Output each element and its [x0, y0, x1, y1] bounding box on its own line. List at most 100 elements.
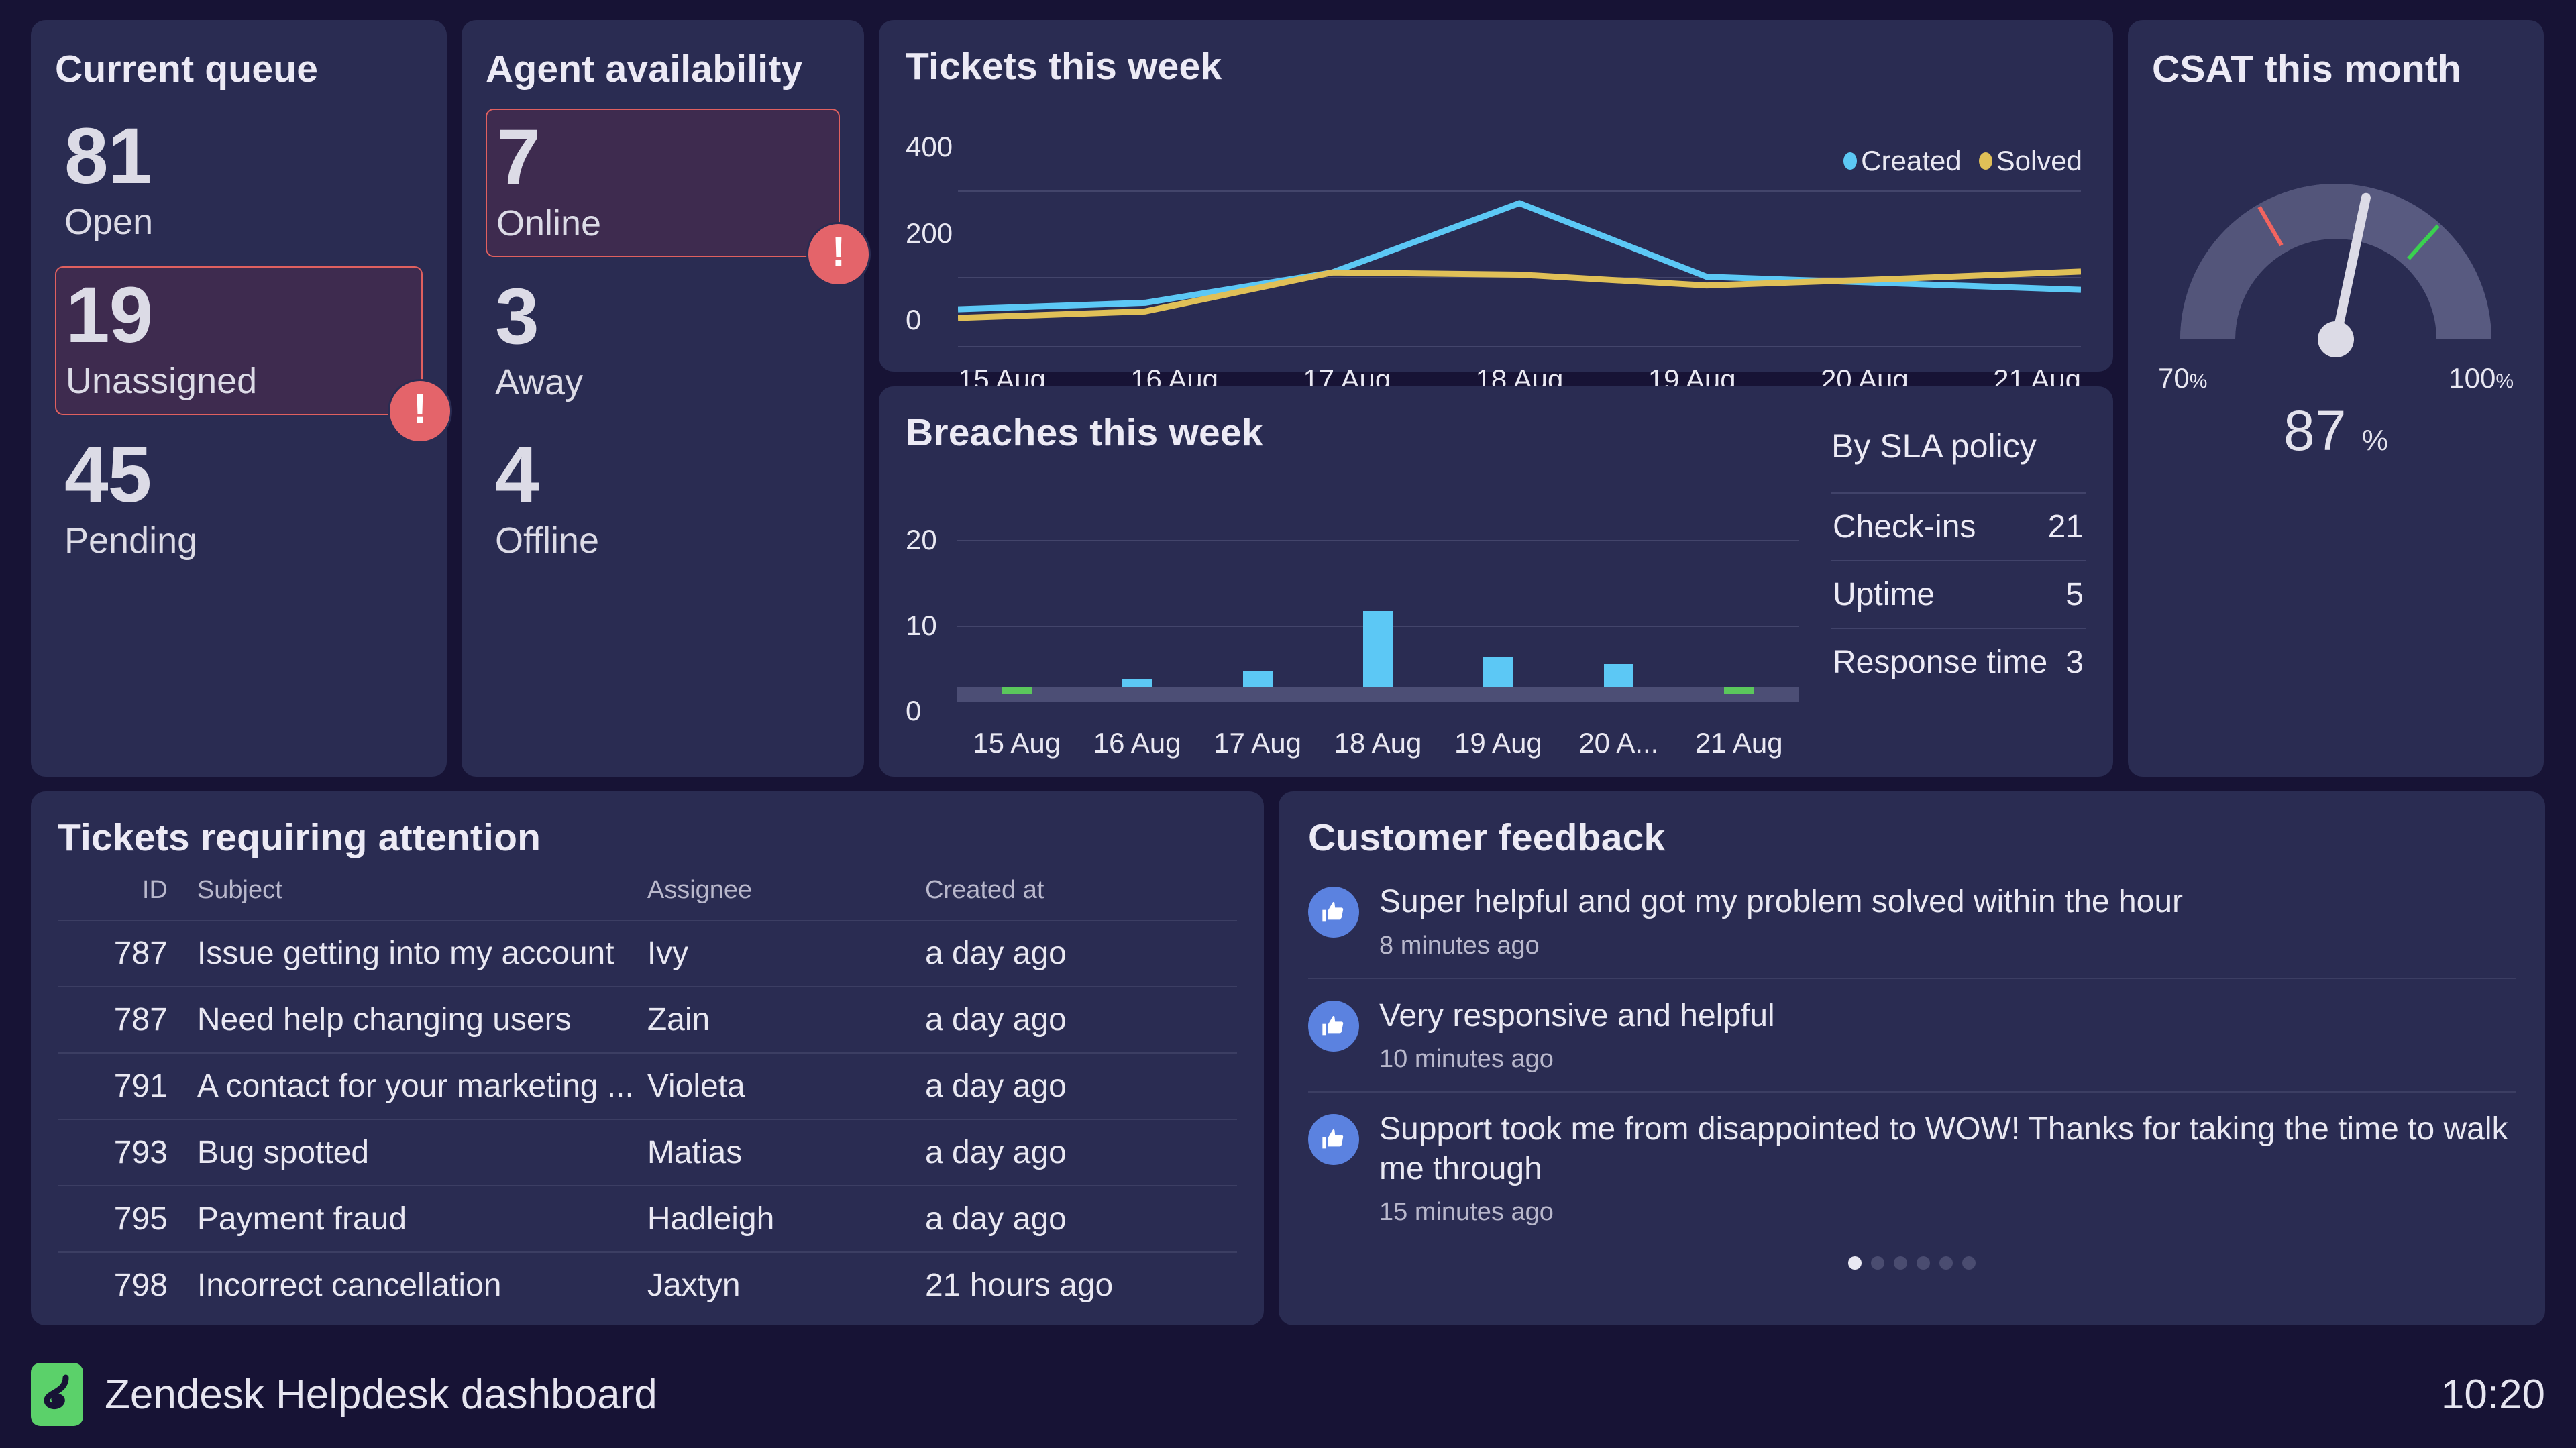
brand: Zendesk Helpdesk dashboard — [31, 1363, 657, 1426]
brand-name: Zendesk Helpdesk dashboard — [105, 1371, 657, 1418]
customer-feedback-title: Customer feedback — [1308, 816, 1666, 859]
bar-x-tick: 20 A... — [1578, 727, 1659, 759]
table-row[interactable]: 787 Need help changing users Zain a day ago — [58, 986, 1237, 1053]
feedback-item[interactable]: Super helpful and got my problem solved … — [1308, 860, 2516, 978]
bar — [1603, 663, 1633, 687]
cell-id: 793 — [58, 1119, 191, 1186]
feedback-timestamp: 10 minutes ago — [1379, 1045, 1554, 1074]
bar-y-tick: 20 — [906, 524, 937, 556]
kpi-pending-value: 45 — [64, 430, 152, 519]
gauge-min-label: 70% — [2158, 362, 2208, 394]
middle-column: Tickets this week Created Solved 02004 — [879, 20, 2113, 777]
column-header-id[interactable]: ID — [58, 876, 191, 920]
feedback-pagination[interactable] — [1308, 1256, 2516, 1270]
pagination-dot[interactable] — [1939, 1256, 1953, 1270]
kpi-offline[interactable]: 4 Offline — [486, 427, 840, 573]
cell-subject: A contact for your marketing ... — [190, 1052, 641, 1119]
bar-cell[interactable] — [957, 506, 1077, 702]
bar-y-tick: 10 — [906, 609, 937, 641]
column-header-assignee[interactable]: Assignee — [641, 876, 918, 920]
feedback-text: Super helpful and got my problem solved … — [1379, 884, 2184, 920]
bar-cell[interactable] — [1077, 506, 1197, 702]
cell-assignee: Zain — [640, 986, 918, 1053]
pagination-dot[interactable] — [1894, 1256, 1907, 1270]
kpi-online-value: 7 — [496, 113, 541, 202]
bar-cell[interactable] — [1197, 506, 1318, 702]
bar — [1242, 671, 1273, 687]
line-y-tick: 400 — [906, 130, 953, 162]
cell-id: 791 — [58, 1052, 191, 1119]
sla-name: Uptime — [1833, 577, 1935, 612]
table-row[interactable]: 798 Incorrect cancellation Jaxtyn 21 hours … — [58, 1251, 1237, 1318]
bar-chart-x-axis: 15 Aug 16 Aug 17 Aug 18 Aug 19 Aug 20 A... 21 … — [957, 727, 1799, 759]
feedback-item[interactable]: Support took me from disappointed to WOW… — [1308, 1091, 2516, 1244]
cell-id: 795 — [58, 1185, 191, 1252]
bar-x-tick: 18 Aug — [1334, 727, 1422, 759]
kpi-unassigned[interactable]: 19 Unassigned ! — [55, 266, 452, 443]
sla-policy-title: By SLA policy — [1831, 427, 2037, 465]
current-queue-panel: Current queue 81 Open 19 Unassigned ! 45… — [31, 20, 452, 777]
table-row[interactable]: 793 Bug spotted Matias a day ago — [58, 1119, 1237, 1186]
bar — [1483, 656, 1513, 687]
csat-gauge: 70% 100% 87 % — [2152, 172, 2520, 462]
bar — [1002, 686, 1032, 694]
zendesk-spiral-logo-icon — [31, 1363, 83, 1426]
pagination-dot[interactable] — [1962, 1256, 1976, 1270]
cell-subject: Payment fraud — [190, 1185, 641, 1252]
thumbs-up-icon — [1308, 887, 1359, 938]
sla-row-response-time[interactable]: Response time 3 — [1831, 628, 2086, 695]
cell-created: a day ago — [918, 1119, 1237, 1186]
queue-kpi-list: 81 Open 19 Unassigned ! 45 Pending — [55, 109, 452, 573]
sla-policy-list: By SLA policy Check-ins 21 Uptime 5 Resp… — [1805, 410, 2086, 763]
line-y-tick: 0 — [906, 304, 922, 336]
kpi-open-value: 81 — [64, 112, 152, 201]
bar-cell[interactable] — [1318, 506, 1438, 702]
agent-availability-panel: Agent availability 7 Online ! 3 Away 4 O… — [462, 20, 871, 777]
bar-cell[interactable] — [1558, 506, 1678, 702]
bar-y-tick: 0 — [906, 695, 922, 727]
gauge-hub — [2318, 321, 2354, 357]
kpi-unassigned-value: 19 — [66, 271, 153, 360]
kpi-online[interactable]: 7 Online ! — [486, 109, 871, 287]
kpi-open[interactable]: 81 Open — [55, 109, 423, 254]
sla-row-checkins[interactable]: Check-ins 21 — [1831, 492, 2086, 560]
bar-cell[interactable] — [1438, 506, 1558, 702]
feedback-item[interactable]: Very responsive and helpful 10 minutes ag… — [1308, 977, 2516, 1092]
sla-row-uptime[interactable]: Uptime 5 — [1831, 560, 2086, 628]
bar-cell[interactable] — [1679, 506, 1799, 702]
kpi-offline-value: 4 — [495, 430, 539, 519]
clock: 10:20 — [2440, 1371, 2545, 1418]
bar-x-tick: 19 Aug — [1454, 727, 1542, 759]
bar-chart-bars — [957, 506, 1799, 702]
kpi-pending[interactable]: 45 Pending — [55, 427, 423, 573]
table-header-row: ID Subject Assignee Created at — [58, 876, 1237, 920]
line-chart-plot-area — [958, 138, 2081, 346]
breaches-this-week-title: Breaches this week — [906, 411, 1263, 454]
bar-chart-plot-area — [957, 506, 1799, 702]
cell-assignee: Hadleigh — [640, 1185, 918, 1252]
kpi-unassigned-label: Unassigned — [66, 361, 258, 402]
cell-created: a day ago — [918, 1185, 1237, 1252]
kpi-away[interactable]: 3 Away — [486, 269, 840, 414]
feedback-timestamp: 15 minutes ago — [1379, 1198, 1554, 1227]
cell-assignee: Violeta — [640, 1052, 918, 1119]
table-row[interactable]: 791 A contact for your marketing ... Viole… — [58, 1052, 1237, 1119]
line-series-created — [958, 203, 2081, 309]
pagination-dot[interactable] — [1848, 1256, 1862, 1270]
pagination-dot[interactable] — [1871, 1256, 1884, 1270]
csat-title: CSAT this month — [2152, 48, 2462, 91]
column-header-subject[interactable]: Subject — [191, 876, 641, 920]
tickets-this-week-panel: Tickets this week Created Solved 02004 — [879, 20, 2113, 395]
table-row[interactable]: 795 Payment fraud Hadleigh a day ago — [58, 1185, 1237, 1252]
table-row[interactable]: 787 Issue getting into my account Ivy a day… — [58, 920, 1237, 987]
thumbs-up-icon — [1308, 1000, 1359, 1052]
tickets-requiring-attention-panel: Tickets requiring attention ID Subject A… — [31, 791, 1264, 1325]
gauge-max-label: 100% — [2449, 362, 2514, 394]
feedback-text: Very responsive and helpful — [1379, 997, 1775, 1034]
pagination-dot[interactable] — [1917, 1256, 1930, 1270]
kpi-open-label: Open — [64, 201, 154, 242]
kpi-online-label: Online — [496, 203, 602, 243]
column-header-created-at[interactable]: Created at — [918, 876, 1237, 920]
bar-x-tick: 16 Aug — [1093, 727, 1181, 759]
cell-assignee: Jaxtyn — [640, 1251, 918, 1318]
